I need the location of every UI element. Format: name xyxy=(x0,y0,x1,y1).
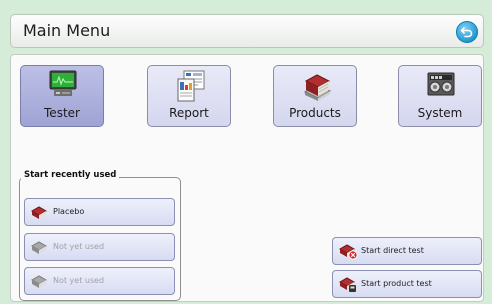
main-panel: Tester Report Products System Start rece… xyxy=(10,54,484,302)
tile-products-label: Products xyxy=(289,106,341,120)
start-product-test-label: Start product test xyxy=(361,279,432,288)
system-panel-icon xyxy=(427,72,455,96)
back-arrow-icon xyxy=(460,27,473,38)
tester-monitor-icon xyxy=(49,70,77,96)
recent-item-placebo[interactable]: Placebo xyxy=(24,198,175,226)
tile-system-label: System xyxy=(417,106,463,120)
recent-item-label: Not yet used xyxy=(53,242,105,251)
start-product-test-button[interactable]: Start product test xyxy=(332,270,482,298)
tile-products[interactable]: Products xyxy=(273,65,357,127)
tile-tester[interactable]: Tester xyxy=(20,65,104,127)
recently-used-title: Start recently used xyxy=(21,170,120,180)
recent-item-label: Not yet used xyxy=(53,276,105,285)
back-button[interactable] xyxy=(456,21,478,43)
header-bar: Main Menu xyxy=(10,14,484,48)
recent-item-empty[interactable]: Not yet used xyxy=(24,267,175,295)
product-book-disabled-icon xyxy=(30,275,48,288)
page-title: Main Menu xyxy=(23,21,111,40)
tile-report-label: Report xyxy=(169,106,209,120)
start-direct-test-button[interactable]: Start direct test xyxy=(332,237,482,265)
product-book-disabled-icon xyxy=(30,241,48,254)
start-direct-test-label: Start direct test xyxy=(361,246,424,255)
tile-report[interactable]: Report xyxy=(147,65,231,127)
tile-system[interactable]: System xyxy=(398,65,482,127)
product-test-icon xyxy=(338,277,356,292)
tile-tester-label: Tester xyxy=(44,106,80,120)
recent-item-empty[interactable]: Not yet used xyxy=(24,233,175,261)
product-book-icon xyxy=(30,206,48,219)
direct-test-icon xyxy=(338,244,358,260)
recent-item-label: Placebo xyxy=(53,207,85,216)
products-books-icon xyxy=(303,74,332,101)
report-document-icon xyxy=(177,70,205,102)
